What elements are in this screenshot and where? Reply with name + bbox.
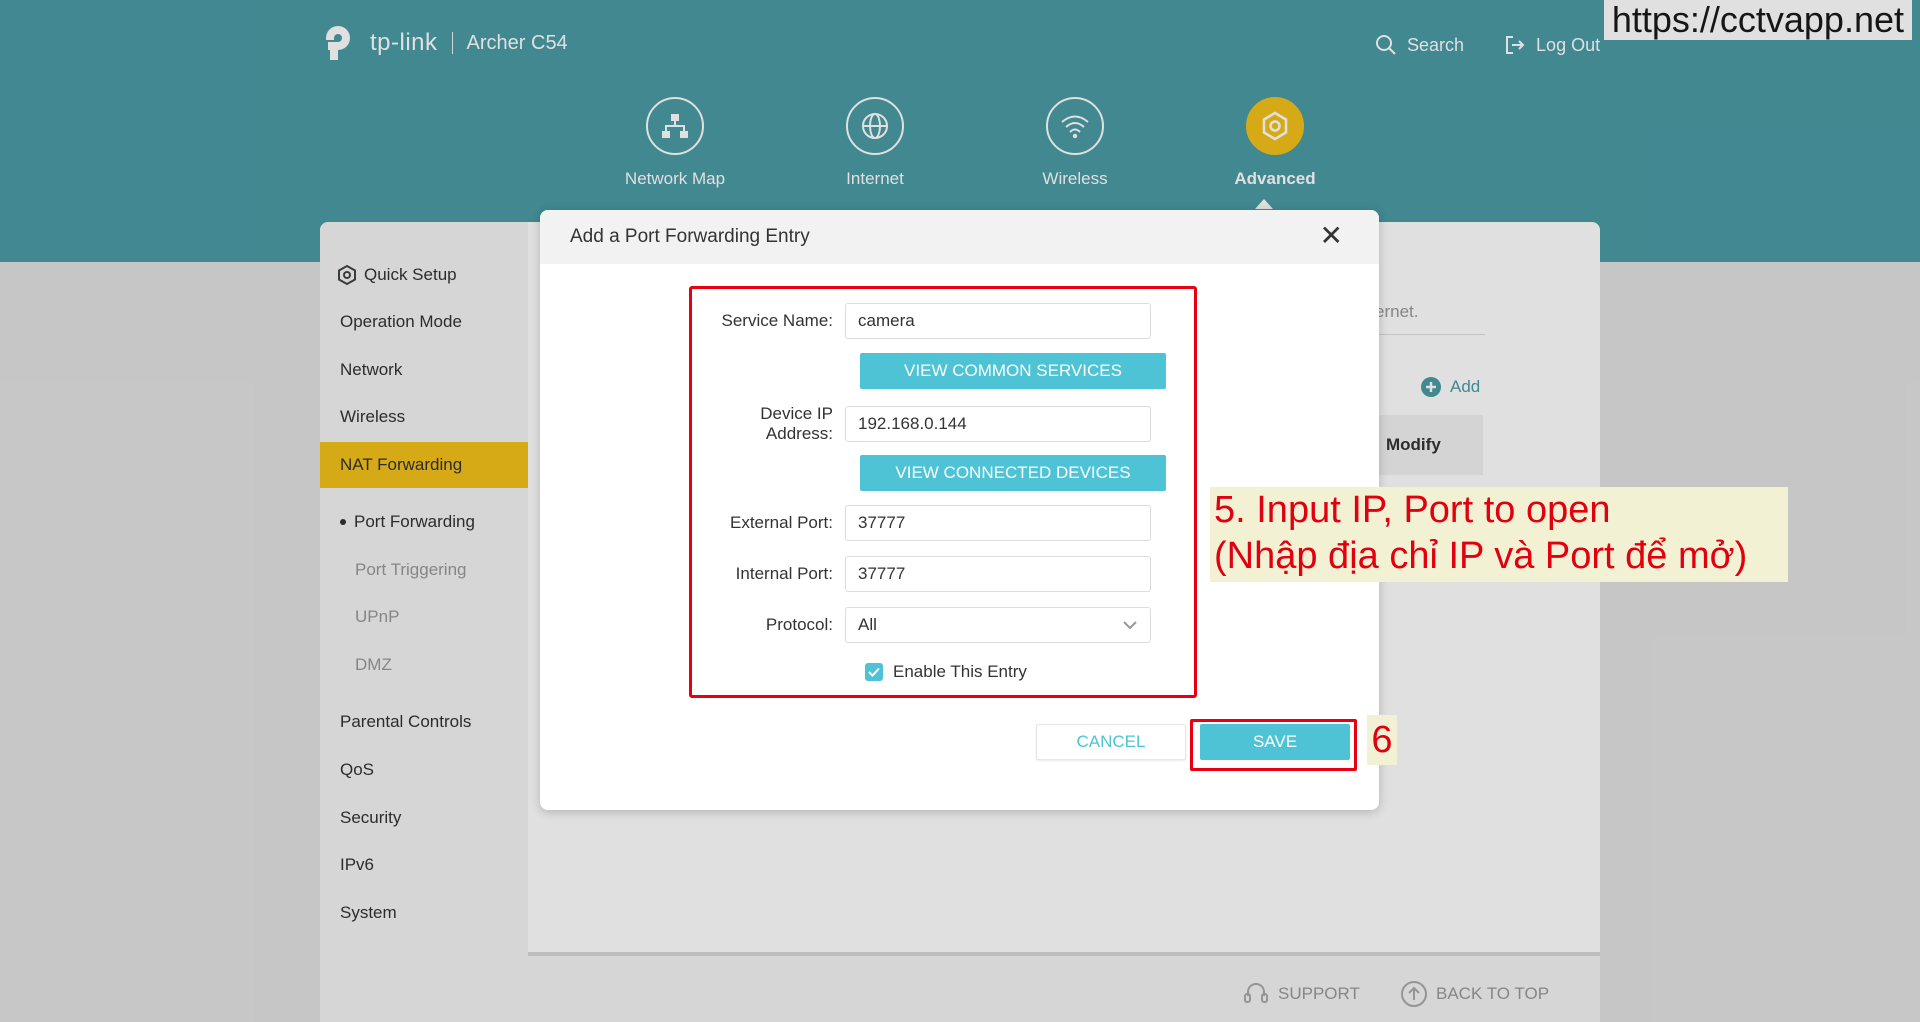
annotation-step-6: 6 xyxy=(1367,715,1397,765)
annotation-highlight-save xyxy=(1190,719,1357,771)
dialog-title: Add a Port Forwarding Entry xyxy=(570,226,810,247)
annotation-highlight-form xyxy=(689,286,1197,698)
annotation-step-5: 5. Input IP, Port to open (Nhập địa chỉ … xyxy=(1210,487,1788,582)
cancel-button[interactable]: CANCEL xyxy=(1036,724,1186,760)
dialog-header: Add a Port Forwarding Entry ✕ xyxy=(540,210,1379,264)
close-icon[interactable]: ✕ xyxy=(1320,222,1343,250)
annotation-step-5-line-1: 5. Input IP, Port to open xyxy=(1214,489,1611,531)
annotation-step-5-line-2: (Nhập địa chỉ IP và Port để mở) xyxy=(1214,535,1748,577)
